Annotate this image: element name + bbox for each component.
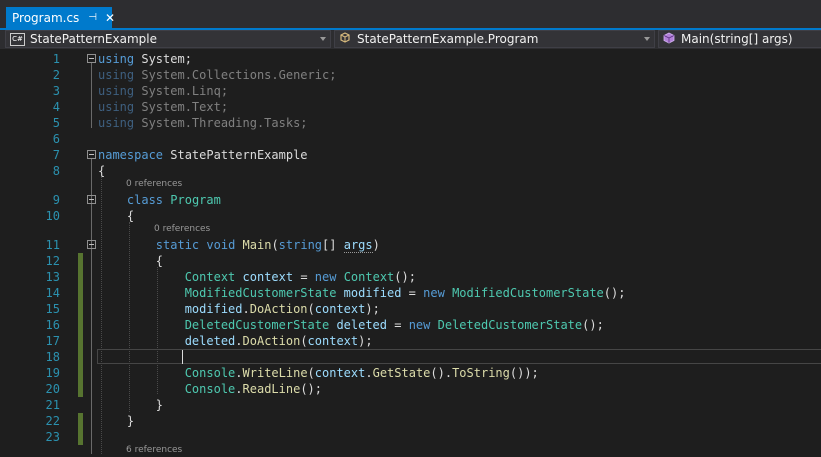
project-label: StatePatternExample [30,32,157,46]
code-line: { [98,164,106,178]
project-dropdown[interactable]: C# StatePatternExample [5,30,331,48]
current-line-highlight [97,349,821,364]
code-line: DeletedCustomerState deleted = new Delet… [184,318,604,332]
member-label: Main(string[] args) [681,32,793,46]
code-line: using System.Linq; [98,84,229,98]
code-line: Console.ReadLine(); [184,382,322,396]
code-line: deleted.DoAction(context); [184,334,373,348]
code-line: using System.Collections.Generic; [98,68,337,82]
code-line: Console.WriteLine(context.GetState().ToS… [184,366,539,380]
code-line: static void Main(string[] args) [155,238,380,253]
code-line: { [98,254,164,268]
line-number: 23 [45,430,60,444]
method-icon [663,32,676,47]
code-line: Context context = new Context(); [184,270,416,284]
chevron-down-icon[interactable] [320,37,326,41]
code-line: class Program [126,193,221,207]
tab-strip: Program.cs ⊣ ✕ [0,0,821,28]
text-caret [182,350,183,364]
class-dropdown[interactable]: StatePatternExample.Program [334,30,655,48]
code-line: using System.Text; [98,100,229,114]
code-line: using System.Threading.Tasks; [98,116,308,130]
close-icon[interactable]: ✕ [105,12,115,24]
tab-label: Program.cs [12,10,80,25]
class-label: StatePatternExample.Program [357,32,539,46]
navigation-bar: C# StatePatternExample StatePatternExamp… [0,30,821,49]
chevron-down-icon[interactable] [644,37,650,41]
code-editor[interactable]: 1 2 3 4 5 6 7 8 9 10 11 12 13 14 15 16 1… [0,49,821,457]
code-line: modified.DoAction(context); [184,302,380,316]
line-number: 18 [45,350,60,364]
pin-icon[interactable]: ⊣ [88,12,97,23]
csharp-project-icon: C# [10,32,25,46]
code-line: { [98,209,135,223]
codelens-references[interactable]: 6 references [126,444,182,457]
member-dropdown[interactable]: Main(string[] args) [658,30,821,48]
class-icon [339,31,352,47]
code-line: } [98,414,135,428]
code-line: } [98,398,164,412]
code-line: using System; [98,52,192,66]
code-line: ModifiedCustomerState modified = new Mod… [184,286,626,300]
tab-program-cs[interactable]: Program.cs ⊣ ✕ [6,7,115,28]
line-number: 6 [52,132,60,146]
codelens-references[interactable]: 0 references [154,223,210,236]
code-line: namespace StatePatternExample [98,148,308,162]
codelens-references[interactable]: 0 references [126,178,182,191]
